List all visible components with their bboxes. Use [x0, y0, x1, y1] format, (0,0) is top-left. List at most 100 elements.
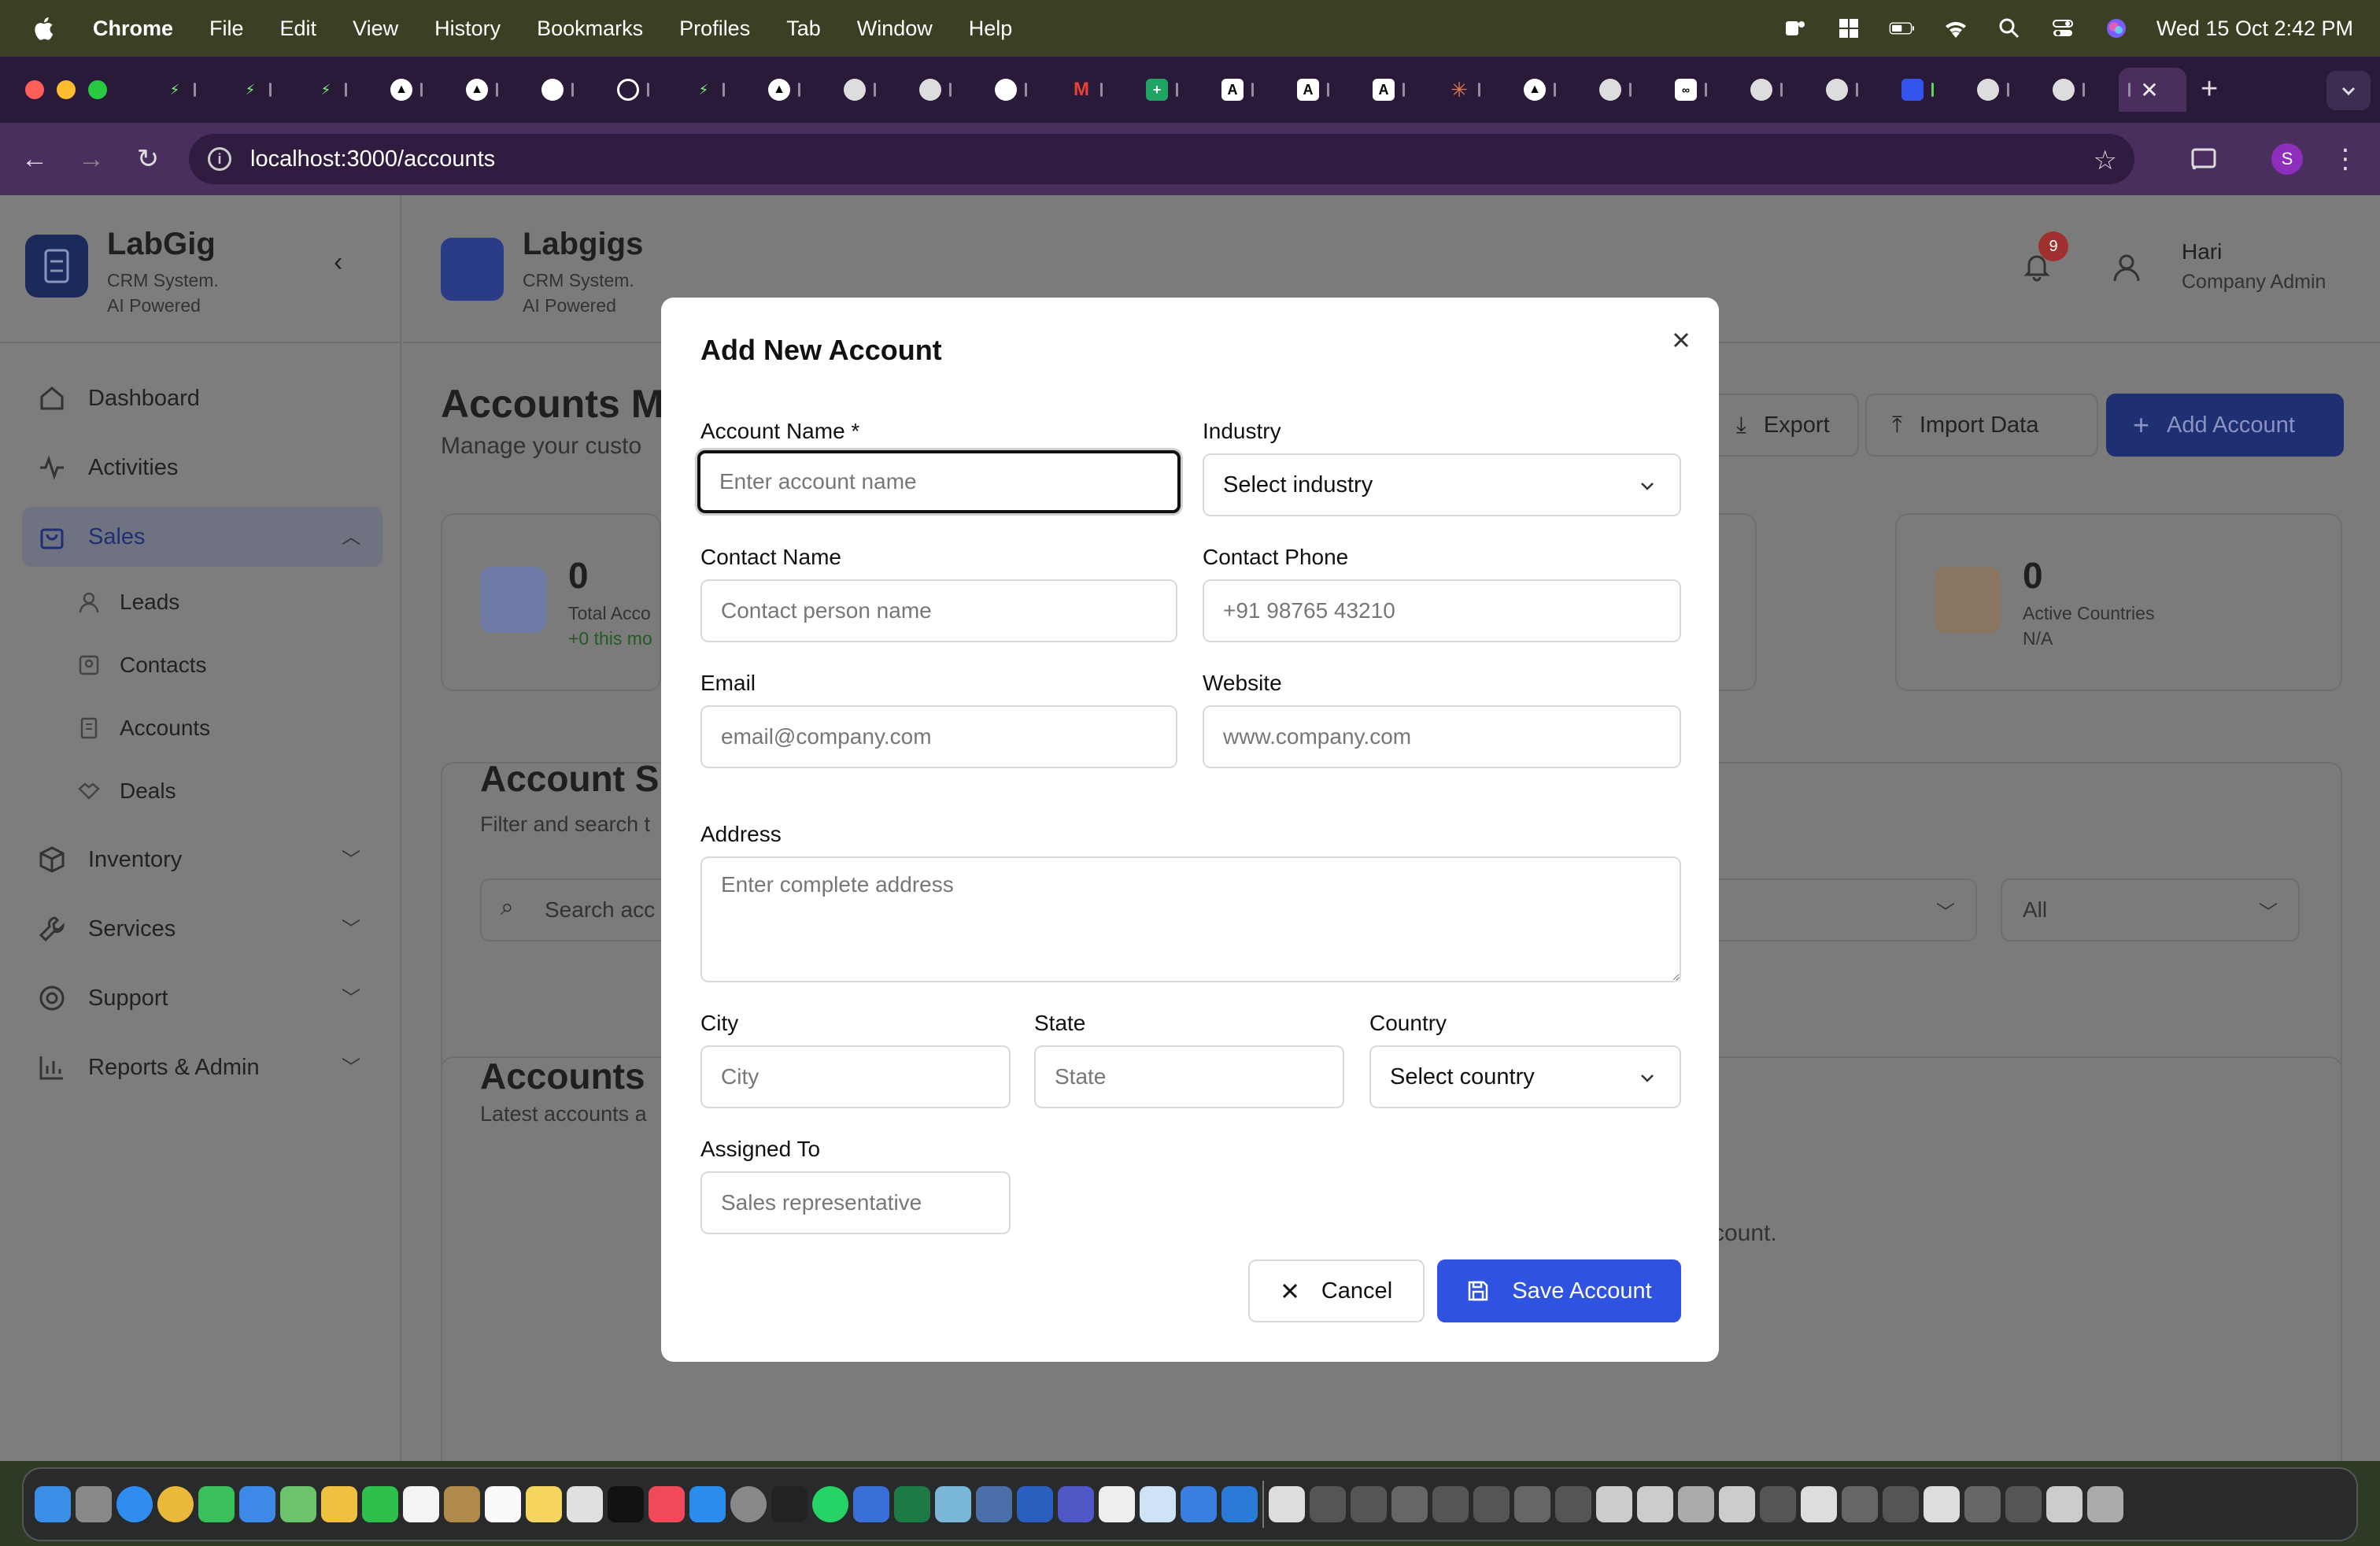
status-filter-select[interactable]: ﹀: [1709, 878, 1977, 941]
whatsapp-icon[interactable]: [812, 1486, 848, 1522]
tab-vercel-4[interactable]: ▲: [1514, 68, 1590, 112]
tab-github-2[interactable]: [985, 68, 1061, 112]
recent-window-icon[interactable]: [1842, 1486, 1878, 1522]
cancel-button[interactable]: Cancel: [1248, 1259, 1425, 1322]
back-arrow-icon[interactable]: ←: [19, 143, 50, 175]
bookmark-star-icon[interactable]: ☆: [2094, 145, 2117, 176]
recent-window-icon[interactable]: [2005, 1486, 2042, 1522]
country-filter-select[interactable]: All ﹀: [2001, 878, 2300, 941]
recent-window-icon[interactable]: [1801, 1486, 1837, 1522]
music-icon[interactable]: [649, 1486, 685, 1522]
spotlight-search-icon[interactable]: [1996, 17, 2023, 40]
address-bar[interactable]: i localhost:3000/accounts ☆: [189, 134, 2134, 184]
recent-window-icon[interactable]: [1719, 1486, 1755, 1522]
kebab-menu-icon[interactable]: ⋮: [2330, 143, 2361, 175]
sidebar-item-sales[interactable]: Sales ︿: [36, 521, 360, 553]
tab-anthropic-2[interactable]: A: [1288, 68, 1363, 112]
tab-openai[interactable]: [608, 68, 683, 112]
textedit-icon[interactable]: [1099, 1486, 1135, 1522]
tab-vercel-2[interactable]: ▲: [456, 68, 532, 112]
tab-globe-3[interactable]: [1590, 68, 1665, 112]
sidebar-item-inventory[interactable]: Inventory ﹀: [36, 844, 360, 875]
sidebar-item-support[interactable]: Support ﹀: [36, 982, 360, 1014]
messages-icon[interactable]: [198, 1486, 235, 1522]
photos-icon[interactable]: [321, 1486, 357, 1522]
app-icon[interactable]: [1140, 1486, 1176, 1522]
notes-icon[interactable]: [526, 1486, 562, 1522]
recent-window-icon[interactable]: [1514, 1486, 1550, 1522]
windows-icon[interactable]: [1835, 17, 1862, 40]
tab-bolt-1[interactable]: ⚡: [154, 68, 230, 112]
account-name-input[interactable]: [697, 450, 1181, 513]
calendar-icon[interactable]: [403, 1486, 439, 1522]
tab-globe-7[interactable]: [2043, 68, 2119, 112]
tab-close-icon[interactable]: ✕: [2138, 78, 2160, 102]
user-name[interactable]: Hari: [2182, 239, 2222, 264]
tab-github-1[interactable]: [532, 68, 608, 112]
state-input[interactable]: [1034, 1045, 1344, 1108]
tab-search-button[interactable]: [2326, 71, 2371, 110]
window-close-icon[interactable]: [25, 80, 44, 99]
tab-globe-2[interactable]: [910, 68, 985, 112]
launchpad-icon[interactable]: [76, 1486, 112, 1522]
website-input[interactable]: [1203, 705, 1681, 768]
recent-window-icon[interactable]: [1760, 1486, 1796, 1522]
sidebar-subitem-accounts[interactable]: Accounts: [76, 715, 210, 742]
tab-globe-4[interactable]: [1741, 68, 1816, 112]
site-info-icon[interactable]: i: [208, 147, 231, 171]
assigned-to-input[interactable]: [700, 1171, 1011, 1234]
menu-bookmarks[interactable]: Bookmarks: [537, 17, 643, 41]
recent-window-icon[interactable]: [1473, 1486, 1510, 1522]
tab-gmail[interactable]: M: [1061, 68, 1136, 112]
contacts-icon[interactable]: [444, 1486, 480, 1522]
sidebar-subitem-contacts[interactable]: Contacts: [76, 652, 207, 679]
tab-bolt-4[interactable]: ⚡: [683, 68, 759, 112]
vscode-icon[interactable]: [1221, 1486, 1258, 1522]
tab-vercel-3[interactable]: ▲: [759, 68, 834, 112]
user-icon[interactable]: [2111, 252, 2142, 283]
mail-icon[interactable]: [239, 1486, 275, 1522]
facetime-icon[interactable]: [362, 1486, 398, 1522]
terminal-icon[interactable]: [771, 1486, 808, 1522]
tab-globe-6[interactable]: [1968, 68, 2043, 112]
tab-sheets[interactable]: +: [1136, 68, 1212, 112]
sidebar-item-services[interactable]: Services ﹀: [36, 913, 360, 945]
preview-icon[interactable]: [935, 1486, 971, 1522]
tab-vscode-web[interactable]: ∞: [1665, 68, 1741, 112]
menu-profiles[interactable]: Profiles: [679, 17, 750, 41]
siri-icon[interactable]: [2103, 17, 2130, 40]
wifi-icon[interactable]: [1942, 17, 1969, 40]
forward-arrow-icon[interactable]: →: [76, 143, 107, 175]
city-input[interactable]: [700, 1045, 1011, 1108]
sidebar-item-dashboard[interactable]: Dashboard: [36, 383, 200, 414]
sidebar-item-activities[interactable]: Activities: [36, 452, 178, 483]
close-icon[interactable]: [1665, 324, 1697, 356]
sidebar-collapse-chevron-icon[interactable]: ‹: [334, 247, 342, 278]
contact-phone-input[interactable]: [1203, 579, 1681, 642]
industry-select[interactable]: Select industry: [1203, 453, 1681, 516]
app-icon[interactable]: [976, 1486, 1012, 1522]
trash-icon[interactable]: [2087, 1486, 2123, 1522]
app-store-icon[interactable]: [689, 1486, 726, 1522]
menu-history[interactable]: History: [434, 17, 501, 41]
tab-vercel-1[interactable]: ▲: [381, 68, 456, 112]
email-input[interactable]: [700, 705, 1177, 768]
teams-icon[interactable]: [1782, 17, 1809, 40]
tab-globe-1[interactable]: [834, 68, 910, 112]
recent-window-icon[interactable]: [1555, 1486, 1591, 1522]
cast-icon[interactable]: [2188, 143, 2219, 175]
control-center-icon[interactable]: [2049, 17, 2076, 40]
recent-window-icon[interactable]: [1924, 1486, 1960, 1522]
chrome-icon[interactable]: [157, 1486, 194, 1522]
recent-window-icon[interactable]: [1883, 1486, 1919, 1522]
sidebar-subitem-leads[interactable]: Leads: [76, 589, 179, 616]
safari-icon[interactable]: [116, 1486, 153, 1522]
recent-window-icon[interactable]: [1391, 1486, 1428, 1522]
new-tab-plus-icon[interactable]: +: [2201, 72, 2218, 106]
recent-window-icon[interactable]: [1637, 1486, 1673, 1522]
tab-bolt-2[interactable]: ⚡: [230, 68, 305, 112]
country-select[interactable]: Select country: [1369, 1045, 1681, 1108]
recent-window-icon[interactable]: [1678, 1486, 1714, 1522]
document-icon[interactable]: [1269, 1486, 1305, 1522]
import-data-button[interactable]: ⤒ Import Data: [1865, 394, 2098, 457]
